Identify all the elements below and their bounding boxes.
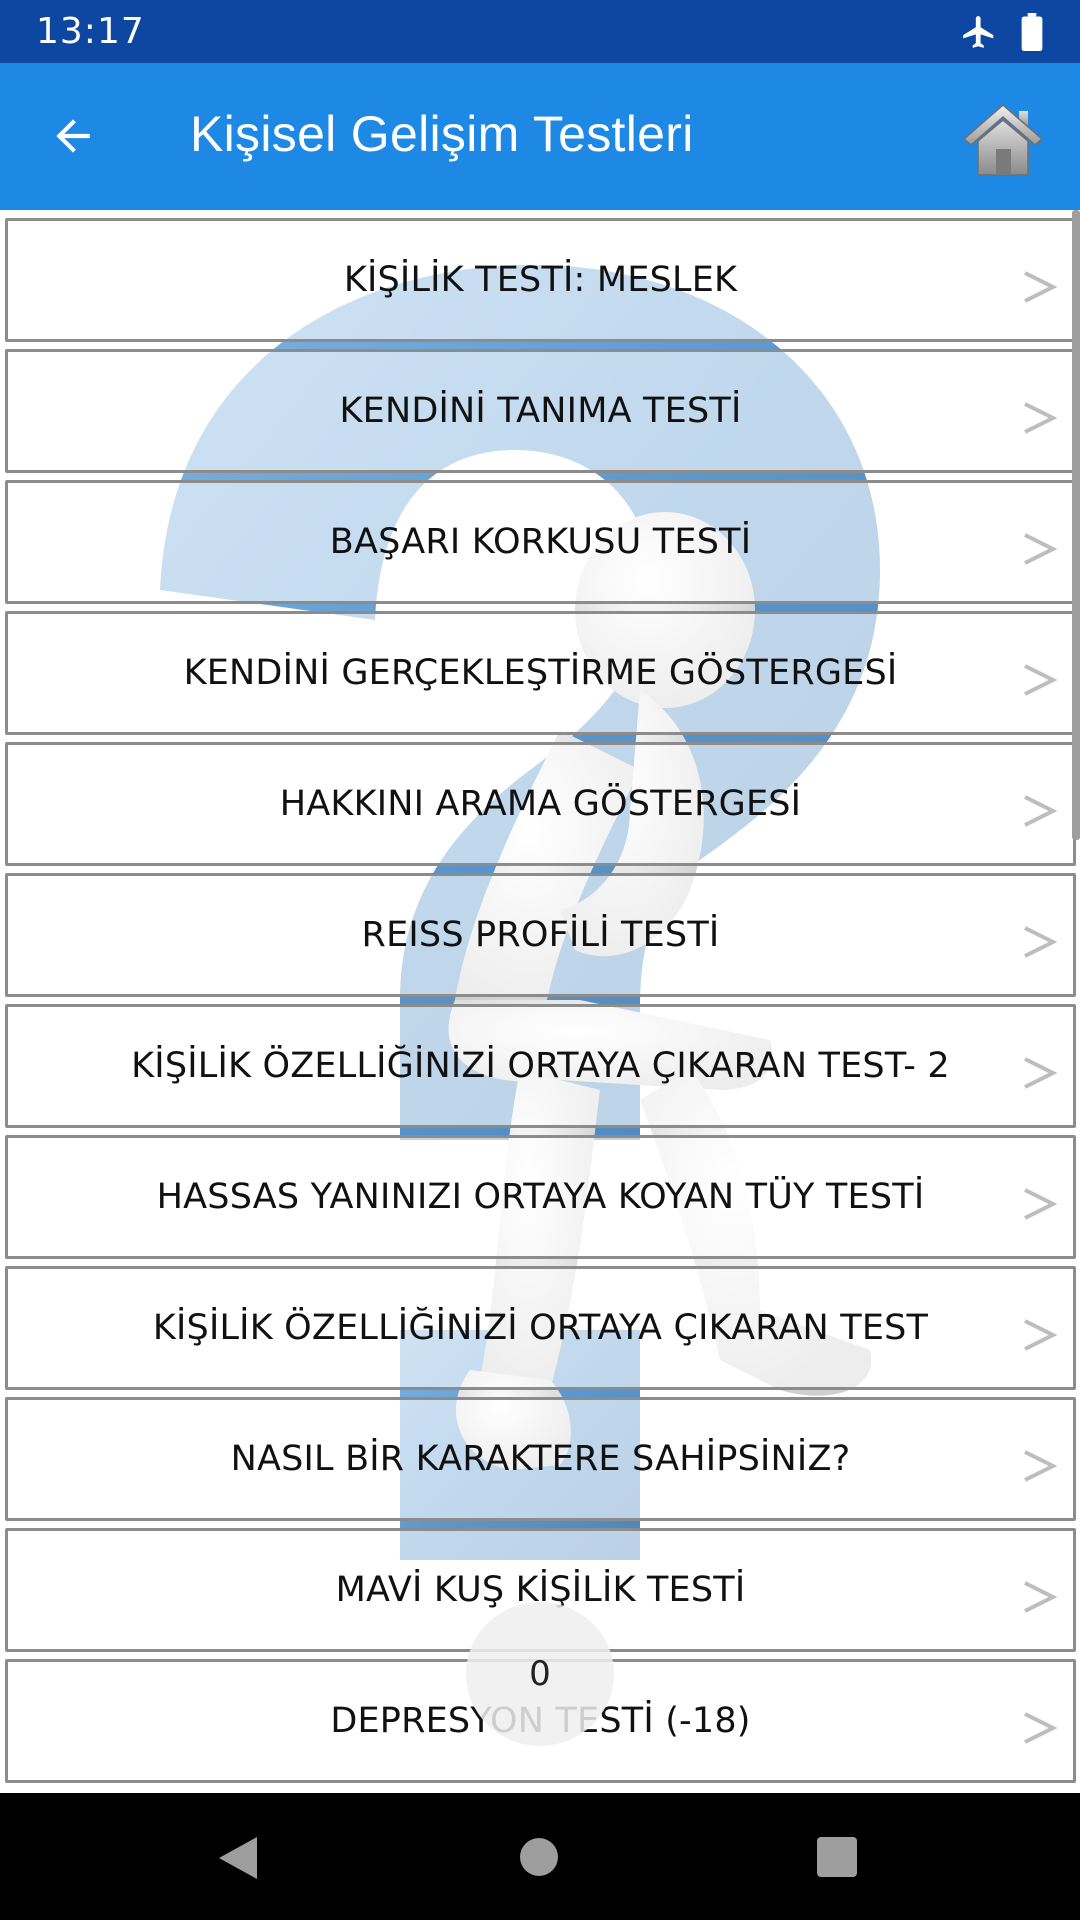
list-item[interactable]: BAŞARI KORKUSU TESTİ bbox=[5, 480, 1076, 604]
list-item-label: BAŞARI KORKUSU TESTİ bbox=[329, 522, 752, 562]
test-list-container[interactable]: KİŞİLİK TESTİ: MESLEK KENDİNİ TANIMA TES… bbox=[0, 210, 1080, 1793]
chevron-right-icon bbox=[1024, 926, 1058, 958]
page-title: Kişisel Gelişim Testleri bbox=[190, 106, 694, 162]
chevron-right-icon bbox=[1024, 1057, 1058, 1089]
home-button[interactable] bbox=[962, 103, 1044, 177]
list-item[interactable]: KİŞİLİK ÖZELLİĞİNİZİ ORTAYA ÇIKARAN TEST bbox=[5, 1266, 1076, 1390]
back-button[interactable] bbox=[40, 103, 106, 169]
list-item[interactable]: KENDİNİ GERÇEKLEŞTİRME GÖSTERGESİ bbox=[5, 611, 1076, 735]
chevron-right-icon bbox=[1024, 664, 1058, 696]
list-item[interactable]: KİŞİLİK ÖZELLİĞİNİZİ ORTAYA ÇIKARAN TEST… bbox=[5, 1004, 1076, 1128]
list-item-label: KENDİNİ GERÇEKLEŞTİRME GÖSTERGESİ bbox=[183, 653, 898, 693]
chevron-right-icon bbox=[1024, 402, 1058, 434]
battery-icon bbox=[1021, 12, 1043, 51]
list-item[interactable]: NASIL BİR KARAKTERE SAHİPSİNİZ? bbox=[5, 1397, 1076, 1521]
app-bar: Kişisel Gelişim Testleri bbox=[0, 63, 1080, 210]
list-item[interactable]: HASSAS YANINIZI ORTAYA KOYAN TÜY TESTİ bbox=[5, 1135, 1076, 1259]
home-icon bbox=[962, 104, 1044, 176]
chevron-right-icon bbox=[1024, 1712, 1058, 1744]
nav-home-icon[interactable] bbox=[519, 1837, 559, 1877]
list-item[interactable]: KENDİNİ TANIMA TESTİ bbox=[5, 349, 1076, 473]
list-item[interactable]: KİŞİLİK TESTİ: MESLEK bbox=[5, 218, 1076, 342]
chevron-right-icon bbox=[1024, 1188, 1058, 1220]
airplane-icon bbox=[963, 15, 994, 48]
chevron-right-icon bbox=[1024, 795, 1058, 827]
counter-badge[interactable]: 0 bbox=[466, 1602, 614, 1746]
system-nav-bar bbox=[0, 1793, 1080, 1920]
list-item[interactable]: HAKKINI ARAMA GÖSTERGESİ bbox=[5, 742, 1076, 866]
list-item-label: KİŞİLİK ÖZELLİĞİNİZİ ORTAYA ÇIKARAN TEST bbox=[152, 1308, 929, 1348]
list-item-label: NASIL BİR KARAKTERE SAHİPSİNİZ? bbox=[230, 1439, 851, 1479]
list-item-label: HASSAS YANINIZI ORTAYA KOYAN TÜY TESTİ bbox=[156, 1177, 925, 1217]
nav-back-icon[interactable] bbox=[217, 1835, 259, 1881]
chevron-right-icon bbox=[1024, 271, 1058, 303]
list-item-label: KİŞİLİK ÖZELLİĞİNİZİ ORTAYA ÇIKARAN TEST… bbox=[131, 1046, 950, 1086]
chevron-right-icon bbox=[1024, 1581, 1058, 1613]
status-icons bbox=[960, 12, 1044, 51]
scrollbar[interactable] bbox=[1072, 210, 1080, 840]
chevron-right-icon bbox=[1024, 1450, 1058, 1482]
list-item-label: KİŞİLİK TESTİ: MESLEK bbox=[343, 260, 738, 300]
arrow-left-icon bbox=[56, 119, 90, 153]
list-item-label: HAKKINI ARAMA GÖSTERGESİ bbox=[279, 784, 802, 824]
status-bar: 13:17 bbox=[0, 0, 1080, 63]
chevron-right-icon bbox=[1024, 533, 1058, 565]
list-item[interactable]: REISS PROFİLİ TESTİ bbox=[5, 873, 1076, 997]
status-time: 13:17 bbox=[36, 11, 145, 52]
chevron-right-icon bbox=[1024, 1319, 1058, 1351]
list-item-label: KENDİNİ TANIMA TESTİ bbox=[339, 391, 742, 431]
nav-recents-icon[interactable] bbox=[817, 1837, 857, 1877]
list-item-label: REISS PROFİLİ TESTİ bbox=[361, 915, 720, 955]
